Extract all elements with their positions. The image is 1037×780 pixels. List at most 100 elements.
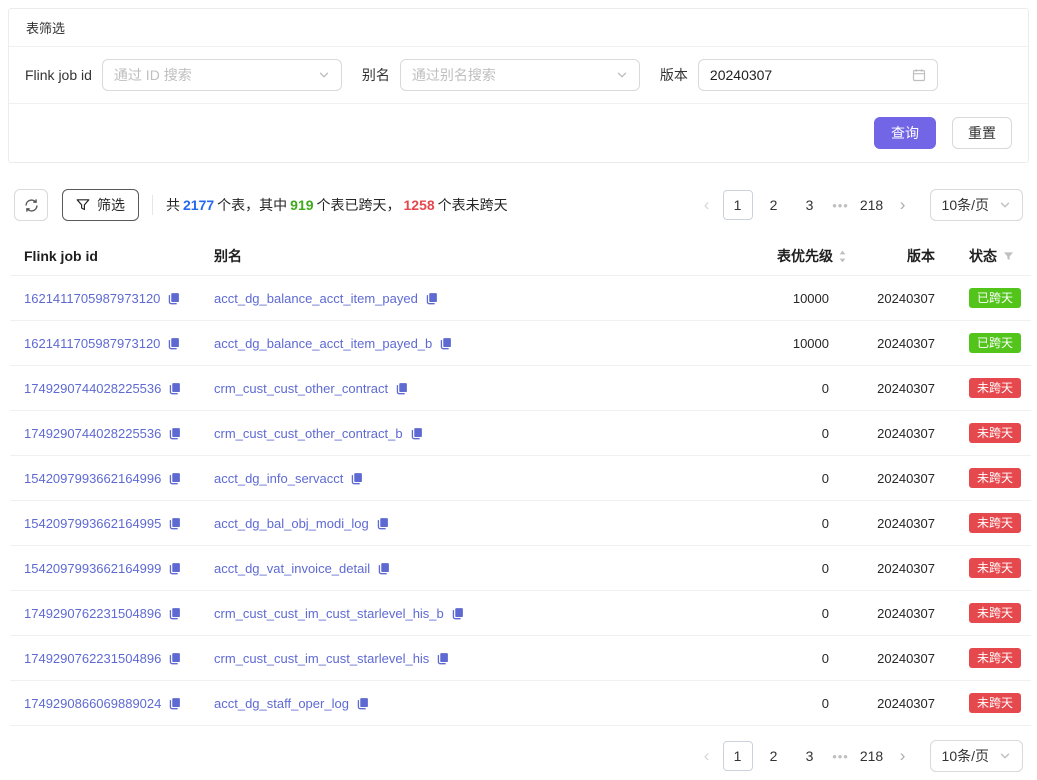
version-value: 20240307 [855,546,947,591]
col-header-version: 版本 [855,237,947,276]
reset-button[interactable]: 重置 [952,117,1012,149]
copy-icon[interactable] [168,652,181,665]
status-badge: 未跨天 [969,513,1021,533]
copy-icon[interactable] [376,517,389,530]
filter-actions-row: 查询 重置 [9,104,1028,162]
alias-link[interactable]: crm_cust_cust_other_contract_b [214,426,403,441]
copy-icon[interactable] [168,607,181,620]
table-header-row: Flink job id 别名 表优先级 版本 状态 [10,237,1031,276]
version-date-picker[interactable]: 20240307 [698,59,938,91]
job-id-link[interactable]: 1749290762231504896 [24,606,161,621]
results-table: Flink job id 别名 表优先级 版本 状态 [10,237,1031,726]
version-value: 20240307 [855,501,947,546]
version-value: 20240307 [855,591,947,636]
copy-icon[interactable] [168,382,181,395]
status-badge: 未跨天 [969,423,1021,443]
alias-link[interactable]: crm_cust_cust_other_contract [214,381,388,396]
calendar-icon [912,68,926,82]
job-id-select[interactable]: 通过 ID 搜索 [102,59,342,91]
page-button-last[interactable]: 218 [857,190,887,220]
pagination-top: ‹ 1 2 3 ••• 218 › 10条/页 [694,189,1023,221]
col-header-alias: 别名 [206,237,727,276]
copy-icon[interactable] [168,697,181,710]
priority-value: 0 [727,411,855,456]
table-row: 1542097993662164996 acct_dg_info_servacc… [10,456,1031,501]
table-summary: 共2177个表，其中919个表已跨天，1258个表未跨天 [166,195,508,215]
job-id-link[interactable]: 1542097993662164999 [24,561,161,576]
copy-icon[interactable] [168,517,181,530]
copy-icon[interactable] [168,427,181,440]
copy-icon[interactable] [356,697,369,710]
page-size-select[interactable]: 10条/页 [930,740,1023,772]
copy-icon[interactable] [451,607,464,620]
copy-icon[interactable] [167,337,180,350]
alias-link[interactable]: acct_dg_info_servacct [214,471,343,486]
copy-icon[interactable] [439,337,452,350]
chevron-down-icon [318,69,330,81]
col-header-priority: 表优先级 [727,237,855,276]
page-size-select[interactable]: 10条/页 [930,189,1023,221]
next-page-button[interactable]: › [890,190,916,220]
version-value: 20240307 [855,411,947,456]
alias-link[interactable]: acct_dg_balance_acct_item_payed_b [214,336,432,351]
copy-icon[interactable] [436,652,449,665]
filter-toggle-button[interactable]: 筛选 [62,189,139,221]
job-id-link[interactable]: 1542097993662164996 [24,471,161,486]
copy-icon[interactable] [377,562,390,575]
priority-value: 0 [727,366,855,411]
version-value: 20240307 [710,67,772,83]
alias-link[interactable]: crm_cust_cust_im_cust_starlevel_his_b [214,606,444,621]
refresh-icon [24,198,39,213]
col-header-status: 状态 [947,237,1031,276]
status-filter-icon[interactable] [1003,251,1014,262]
job-id-link[interactable]: 1621411705987973120 [24,291,160,306]
status-badge: 未跨天 [969,648,1021,668]
bottom-pagination-bar: ‹ 1 2 3 ••• 218 › 10条/页 [14,740,1023,772]
copy-icon[interactable] [410,427,423,440]
alias-link[interactable]: acct_dg_staff_oper_log [214,696,349,711]
filter-panel: 表筛选 Flink job id 通过 ID 搜索 别名 通过别名搜索 版本 2… [8,8,1029,163]
alias-link[interactable]: acct_dg_balance_acct_item_payed [214,291,418,306]
copy-icon[interactable] [350,472,363,485]
job-id-link[interactable]: 1749290744028225536 [24,426,161,441]
alias-link[interactable]: acct_dg_vat_invoice_detail [214,561,370,576]
copy-icon[interactable] [168,472,181,485]
pagination-ellipsis[interactable]: ••• [828,749,854,764]
version-value: 20240307 [855,276,947,321]
priority-value: 0 [727,636,855,681]
page-button-1[interactable]: 1 [723,190,753,220]
status-badge: 未跨天 [969,693,1021,713]
priority-value: 0 [727,456,855,501]
chevron-down-icon [999,199,1011,211]
sort-icon[interactable] [838,249,847,264]
prev-page-button[interactable]: ‹ [694,190,720,220]
priority-value: 0 [727,501,855,546]
pagination-ellipsis[interactable]: ••• [828,198,854,213]
table-row: 1749290762231504896 crm_cust_cust_im_cus… [10,636,1031,681]
copy-icon[interactable] [168,562,181,575]
job-id-link[interactable]: 1749290866069889024 [24,696,161,711]
job-id-link[interactable]: 1749290744028225536 [24,381,161,396]
table-row: 1749290762231504896 crm_cust_cust_im_cus… [10,591,1031,636]
copy-icon[interactable] [425,292,438,305]
table-toolbar: 筛选 共2177个表，其中919个表已跨天，1258个表未跨天 ‹ 1 2 3 … [14,189,1023,221]
job-id-link[interactable]: 1621411705987973120 [24,336,160,351]
status-badge: 未跨天 [969,603,1021,623]
alias-link[interactable]: crm_cust_cust_im_cust_starlevel_his [214,651,429,666]
copy-icon[interactable] [395,382,408,395]
refresh-button[interactable] [14,189,48,221]
table-row: 1749290744028225536 crm_cust_cust_other_… [10,366,1031,411]
copy-icon[interactable] [167,292,180,305]
version-value: 20240307 [855,456,947,501]
alias-link[interactable]: acct_dg_bal_obj_modi_log [214,516,369,531]
page-button-3[interactable]: 3 [795,190,825,220]
page-button-2[interactable]: 2 [759,190,789,220]
query-button[interactable]: 查询 [874,117,936,149]
job-id-link[interactable]: 1749290762231504896 [24,651,161,666]
page-size-value: 10条/页 [942,746,989,766]
priority-value: 10000 [727,276,855,321]
alias-select[interactable]: 通过别名搜索 [400,59,640,91]
priority-value: 0 [727,591,855,636]
job-id-link[interactable]: 1542097993662164995 [24,516,161,531]
filter-panel-title: 表筛选 [9,9,1028,47]
